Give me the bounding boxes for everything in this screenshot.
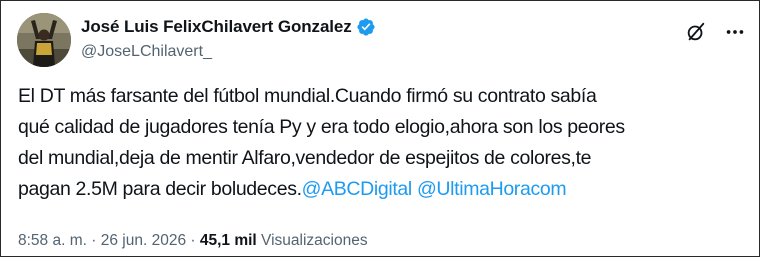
mention-link[interactable]: @ABCDigital bbox=[302, 178, 413, 200]
tweet-line-text: pagan 2.5M para decir boludeces. bbox=[18, 178, 302, 200]
views-count: 45,1 mil bbox=[199, 232, 257, 249]
verified-badge-icon bbox=[356, 17, 376, 37]
meta-separator: · bbox=[91, 232, 97, 249]
tweet-card: José Luis FelixChilavert Gonzalez @JoseL… bbox=[0, 0, 760, 257]
views-label: Visualizaciones bbox=[261, 232, 368, 249]
tweet-time[interactable]: 8:58 a. m. bbox=[18, 232, 87, 249]
meta-separator: · bbox=[190, 232, 196, 249]
more-horizontal-icon[interactable] bbox=[723, 20, 747, 44]
grok-slash-circle-icon[interactable] bbox=[684, 20, 708, 44]
player-photo-avatar bbox=[17, 13, 71, 67]
mention-link[interactable]: @UltimaHoracom bbox=[417, 178, 567, 200]
author-name-row[interactable]: José Luis FelixChilavert Gonzalez bbox=[81, 17, 376, 37]
author-handle[interactable]: @JoseLChilavert_ bbox=[81, 43, 212, 61]
tweet-line-last: pagan 2.5M para decir boludeces.@ABCDigi… bbox=[18, 174, 718, 205]
tweet-text: El DT más farsante del fútbol mundial.Cu… bbox=[18, 81, 718, 205]
tweet-date[interactable]: 26 jun. 2026 bbox=[101, 232, 186, 249]
tweet-line: del mundial,deja de mentir Alfaro,vended… bbox=[18, 147, 592, 169]
tweet-line: El DT más farsante del fútbol mundial.Cu… bbox=[18, 85, 597, 107]
tweet-line: qué calidad de jugadores tenía Py y era … bbox=[18, 116, 625, 138]
author-display-name[interactable]: José Luis FelixChilavert Gonzalez bbox=[81, 17, 352, 37]
tweet-meta: 8:58 a. m. · 26 jun. 2026 · 45,1 mil Vis… bbox=[18, 232, 368, 250]
avatar[interactable] bbox=[17, 13, 71, 67]
